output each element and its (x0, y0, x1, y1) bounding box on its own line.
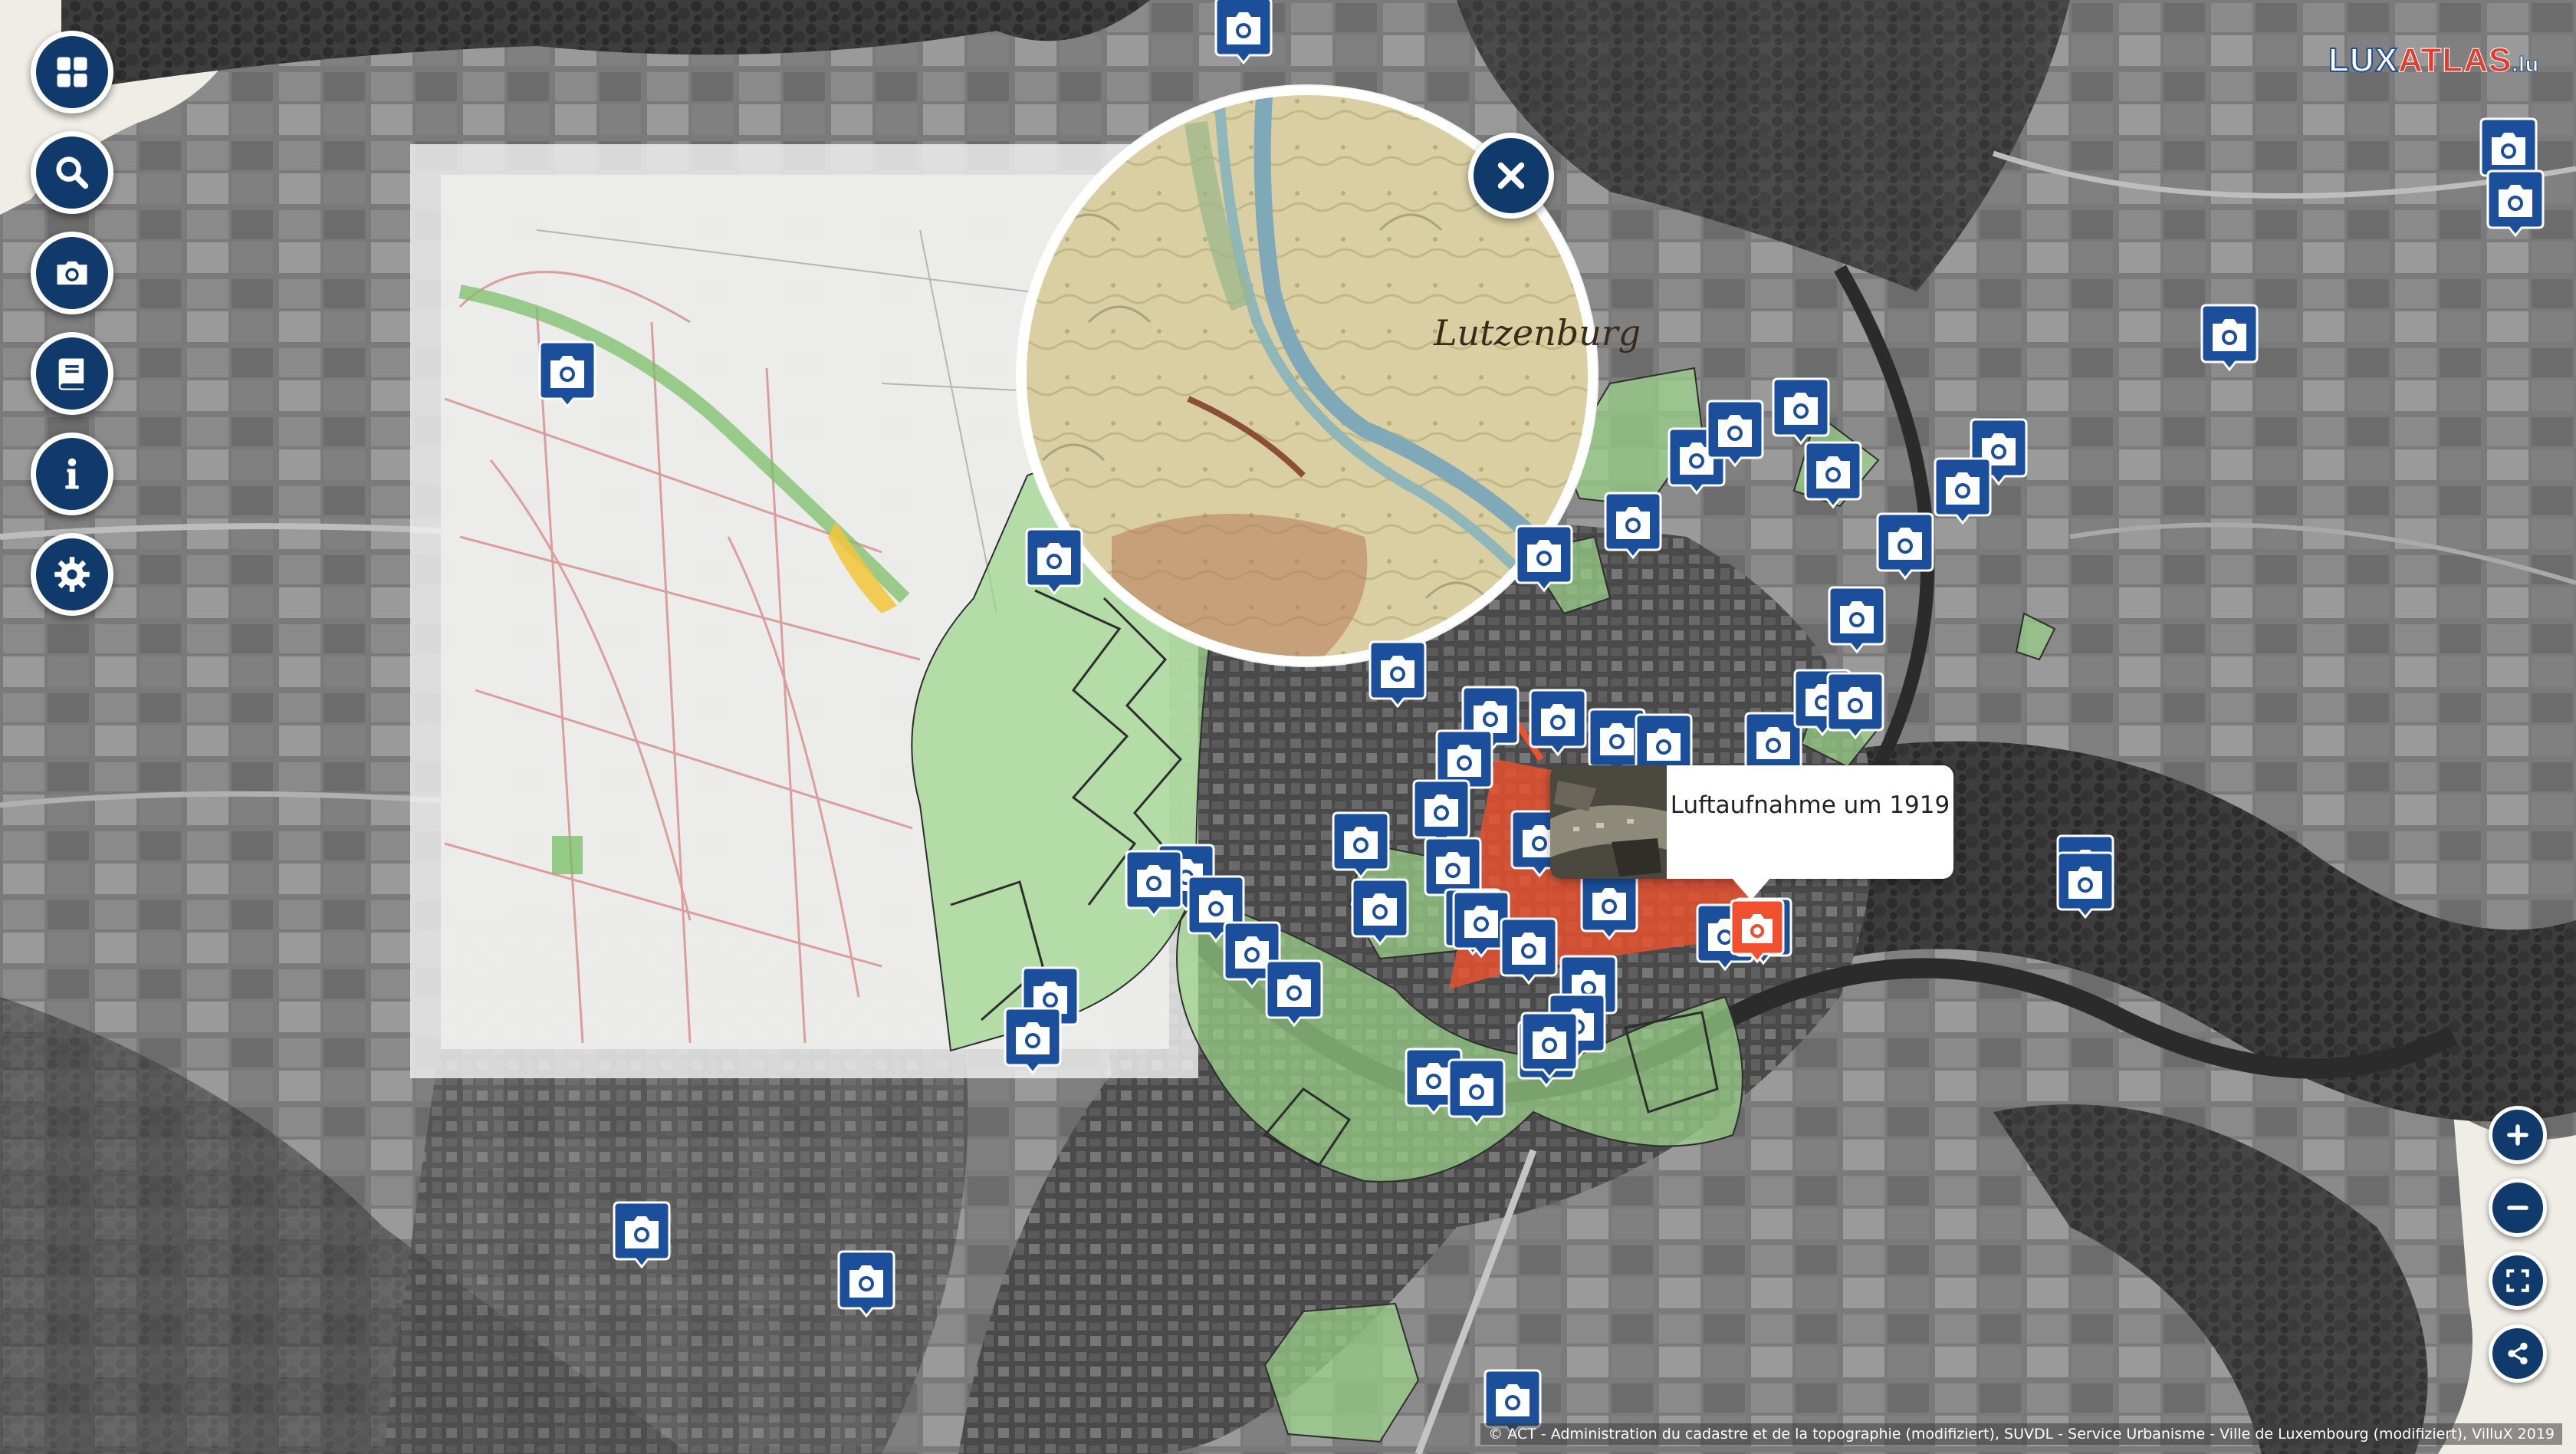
luxatlas-logo[interactable]: LUXATLAS.lu (2328, 41, 2539, 80)
fullscreen-icon (2506, 1269, 2529, 1292)
camera-marker[interactable] (1826, 672, 1884, 740)
minus-icon (2507, 1206, 2528, 1210)
camera-marker[interactable] (1214, 0, 1273, 65)
settings-button[interactable] (31, 533, 113, 616)
fullscreen-button[interactable] (2489, 1252, 2547, 1310)
camera-marker[interactable] (1125, 850, 1183, 918)
camera-marker-selected[interactable] (1730, 899, 1785, 964)
search-icon (56, 156, 89, 189)
camera-marker[interactable] (1447, 1058, 1506, 1127)
camera-marker[interactable] (1520, 1012, 1579, 1080)
camera-marker[interactable] (1368, 640, 1427, 709)
share-icon (2508, 1342, 2528, 1365)
popup-tail (1731, 877, 1771, 900)
zoom-out-button[interactable] (2489, 1179, 2547, 1237)
grid-icon (57, 57, 87, 87)
magnifier-label: Lutzenburg (1433, 312, 1641, 354)
camera-marker[interactable] (1706, 400, 1764, 468)
zoom-in-button[interactable] (2489, 1106, 2547, 1164)
camera-icon (57, 261, 87, 285)
plus-icon (2507, 1124, 2528, 1146)
camera-marker[interactable] (1025, 528, 1083, 596)
camera-marker[interactable] (1604, 492, 1662, 560)
camera-marker[interactable] (1580, 873, 1638, 941)
search-button[interactable] (31, 131, 113, 214)
camera-marker[interactable] (2056, 851, 2114, 919)
aerial-photo-thumbnail[interactable] (1550, 765, 1667, 879)
photo-popup[interactable]: Luftaufnahme um 1919 (1550, 765, 1953, 900)
book-button[interactable] (31, 332, 113, 415)
camera-marker[interactable] (1934, 457, 1992, 525)
gear-icon (54, 557, 90, 592)
photos-button[interactable] (31, 232, 113, 314)
popup-title: Luftaufnahme um 1919 (1670, 791, 1950, 819)
info-icon (65, 458, 79, 489)
camera-marker[interactable] (1828, 586, 1886, 654)
camera-marker[interactable] (2200, 304, 2259, 372)
camera-marker[interactable] (2486, 169, 2545, 238)
camera-marker[interactable] (1515, 525, 1573, 593)
camera-marker[interactable] (837, 1250, 895, 1318)
info-button[interactable] (31, 433, 113, 515)
map-canvas[interactable]: Lutzenburg (0, 0, 2576, 1454)
camera-marker[interactable] (1351, 878, 1409, 946)
camera-marker[interactable] (538, 340, 596, 409)
camera-marker[interactable] (1804, 441, 1862, 509)
attribution: © ACT - Administration du cadastre et de… (1480, 1423, 2562, 1445)
camera-marker[interactable] (1265, 959, 1323, 1028)
book-icon (58, 358, 84, 390)
camera-marker[interactable] (1529, 689, 1587, 757)
camera-marker[interactable] (1500, 917, 1558, 985)
layers-button[interactable] (31, 31, 113, 113)
close-magnifier-button[interactable] (1468, 133, 1554, 219)
camera-marker[interactable] (1772, 377, 1830, 446)
camera-marker[interactable] (1332, 811, 1390, 880)
close-icon (1497, 162, 1525, 189)
camera-marker[interactable] (1004, 1007, 1062, 1075)
camera-marker[interactable] (613, 1201, 671, 1269)
camera-marker[interactable] (1876, 512, 1934, 581)
camera-marker[interactable] (1412, 779, 1470, 847)
share-button[interactable] (2489, 1324, 2547, 1383)
